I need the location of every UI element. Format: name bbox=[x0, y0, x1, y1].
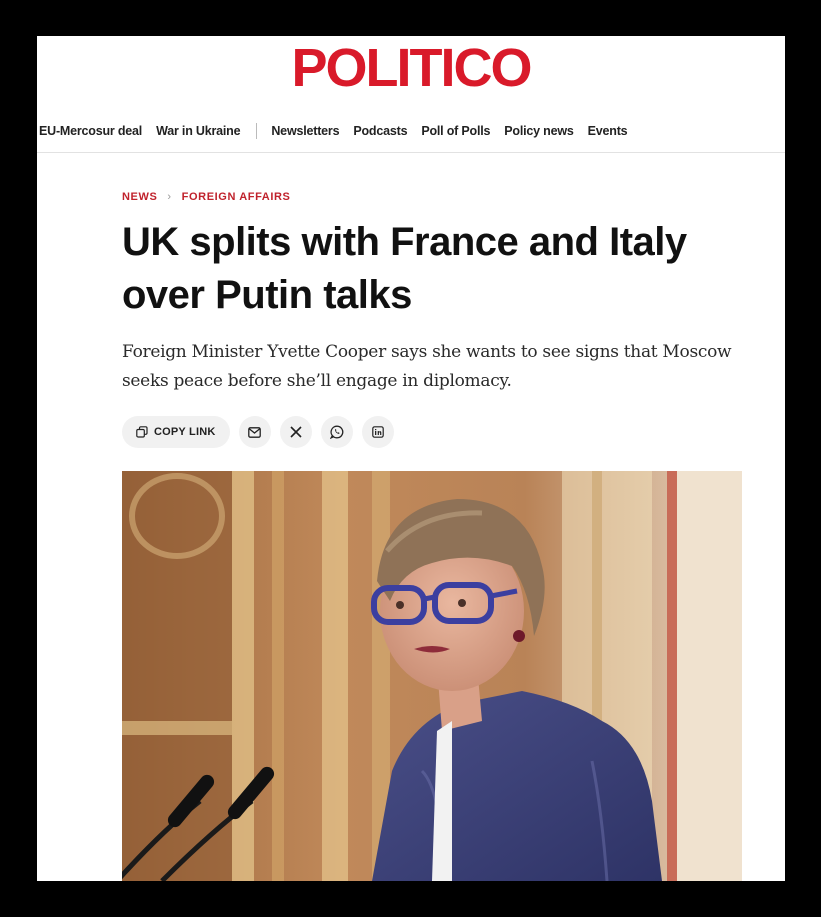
nav-item-policy-news[interactable]: Policy news bbox=[504, 124, 574, 138]
article-dek: Foreign Minister Yvette Cooper says she … bbox=[122, 342, 732, 391]
whatsapp-icon bbox=[329, 425, 343, 439]
nav-item-newsletters[interactable]: Newsletters bbox=[271, 124, 339, 138]
share-bar: COPY LINK bbox=[122, 416, 403, 448]
linkedin-share-button[interactable] bbox=[361, 416, 394, 448]
mail-icon bbox=[248, 426, 261, 438]
page-title: UK splits with France and Italy over Put… bbox=[122, 220, 687, 317]
copy-link-label: COPY LINK bbox=[154, 426, 216, 438]
politico-logo[interactable]: POLITICO bbox=[37, 40, 785, 96]
x-share-button[interactable] bbox=[279, 416, 312, 448]
nav-item-poll-of-polls[interactable]: Poll of Polls bbox=[421, 124, 490, 138]
linkedin-icon bbox=[371, 426, 384, 438]
header-divider bbox=[37, 152, 785, 153]
email-share-button[interactable] bbox=[238, 416, 271, 448]
nav-item-eu-mercosur[interactable]: EU-Mercosur deal bbox=[39, 124, 142, 138]
x-icon bbox=[289, 426, 302, 438]
copy-icon bbox=[136, 426, 148, 438]
copy-link-button[interactable]: COPY LINK bbox=[122, 416, 230, 448]
breadcrumb-foreign-affairs[interactable]: FOREIGN AFFAIRS bbox=[182, 191, 291, 203]
nav-item-podcasts[interactable]: Podcasts bbox=[353, 124, 407, 138]
chevron-right-icon: › bbox=[167, 191, 172, 203]
whatsapp-share-button[interactable] bbox=[320, 416, 353, 448]
article-page: POLITICO EU-Mercosur deal War in Ukraine… bbox=[37, 36, 785, 881]
nav-item-war-in-ukraine[interactable]: War in Ukraine bbox=[156, 124, 240, 138]
top-nav: EU-Mercosur deal War in Ukraine Newslett… bbox=[37, 120, 785, 142]
breadcrumb-news[interactable]: NEWS bbox=[122, 191, 157, 203]
nav-divider bbox=[256, 123, 258, 139]
nav-item-events[interactable]: Events bbox=[588, 124, 628, 138]
article-photo bbox=[122, 471, 742, 881]
breadcrumb: NEWS › FOREIGN AFFAIRS bbox=[122, 191, 291, 203]
